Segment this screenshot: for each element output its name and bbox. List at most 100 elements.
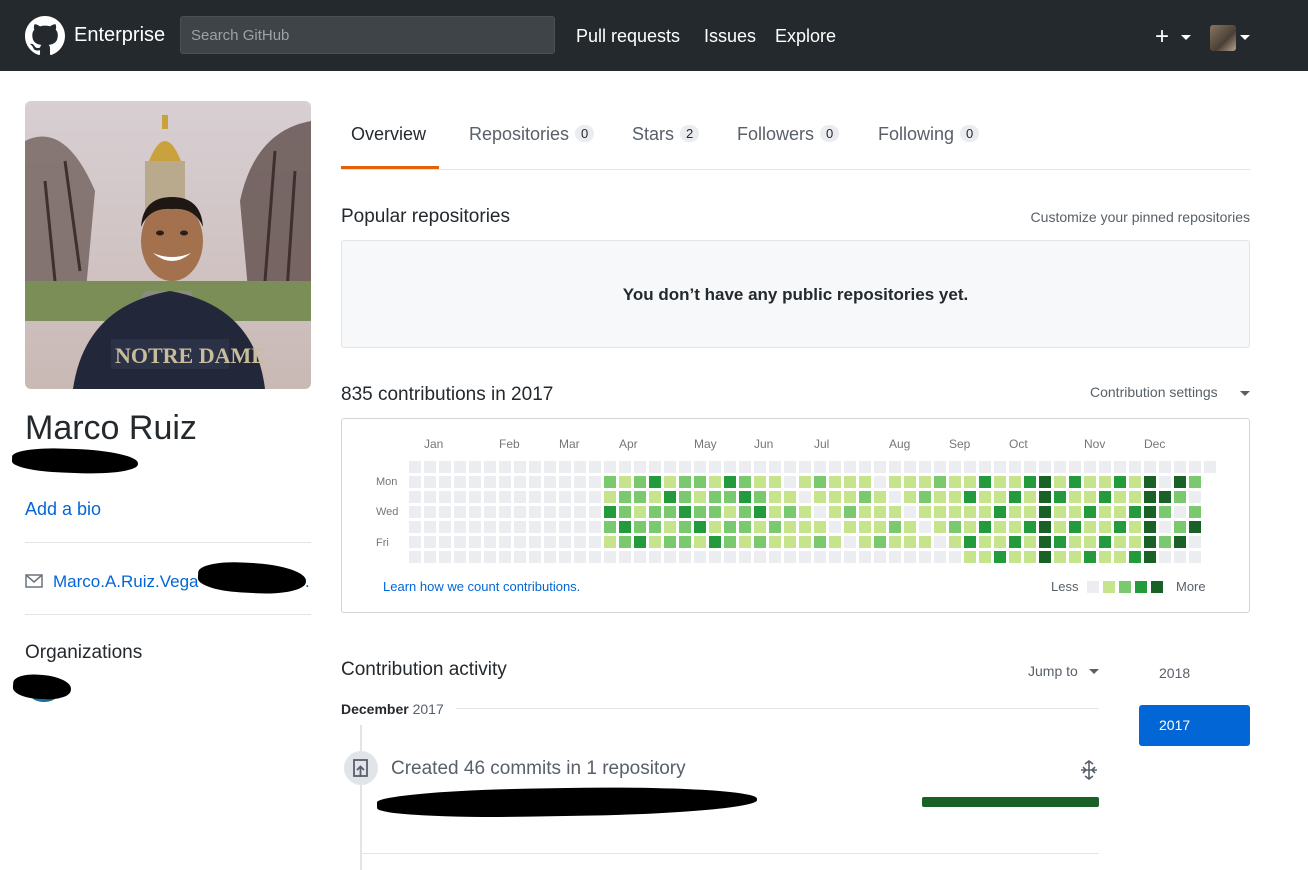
contribution-day-cell[interactable] bbox=[559, 476, 571, 488]
contribution-day-cell[interactable] bbox=[874, 551, 886, 563]
contribution-day-cell[interactable] bbox=[829, 461, 841, 473]
contribution-day-cell[interactable] bbox=[814, 461, 826, 473]
contribution-day-cell[interactable] bbox=[544, 536, 556, 548]
contribution-day-cell[interactable] bbox=[559, 536, 571, 548]
contribution-day-cell[interactable] bbox=[904, 461, 916, 473]
github-octocat-icon[interactable] bbox=[25, 16, 65, 56]
contribution-day-cell[interactable] bbox=[409, 506, 421, 518]
contribution-day-cell[interactable] bbox=[649, 461, 661, 473]
contribution-day-cell[interactable] bbox=[499, 476, 511, 488]
contribution-day-cell[interactable] bbox=[424, 461, 436, 473]
created-commits-summary[interactable]: Created 46 commits in 1 repository bbox=[391, 758, 686, 780]
contribution-day-cell[interactable] bbox=[994, 551, 1006, 563]
contribution-day-cell[interactable] bbox=[409, 491, 421, 503]
contribution-day-cell[interactable] bbox=[1159, 491, 1171, 503]
avatar-icon[interactable] bbox=[1210, 25, 1236, 51]
contribution-day-cell[interactable] bbox=[604, 536, 616, 548]
contribution-day-cell[interactable] bbox=[454, 536, 466, 548]
contribution-day-cell[interactable] bbox=[439, 461, 451, 473]
contribution-day-cell[interactable] bbox=[604, 476, 616, 488]
contribution-day-cell[interactable] bbox=[469, 506, 481, 518]
contribution-day-cell[interactable] bbox=[409, 521, 421, 533]
contribution-day-cell[interactable] bbox=[439, 521, 451, 533]
contribution-day-cell[interactable] bbox=[499, 521, 511, 533]
contribution-day-cell[interactable] bbox=[499, 536, 511, 548]
contribution-day-cell[interactable] bbox=[964, 536, 976, 548]
contribution-day-cell[interactable] bbox=[559, 551, 571, 563]
contribution-day-cell[interactable] bbox=[1129, 491, 1141, 503]
contribution-day-cell[interactable] bbox=[679, 536, 691, 548]
brand-label[interactable]: Enterprise bbox=[74, 24, 165, 47]
contribution-day-cell[interactable] bbox=[1009, 461, 1021, 473]
plus-icon[interactable]: + bbox=[1155, 23, 1169, 51]
contribution-day-cell[interactable] bbox=[1009, 521, 1021, 533]
contribution-day-cell[interactable] bbox=[1069, 491, 1081, 503]
contribution-day-cell[interactable] bbox=[979, 476, 991, 488]
contribution-day-cell[interactable] bbox=[1039, 536, 1051, 548]
contribution-day-cell[interactable] bbox=[454, 476, 466, 488]
contribution-day-cell[interactable] bbox=[964, 461, 976, 473]
contribution-day-cell[interactable] bbox=[814, 476, 826, 488]
contribution-day-cell[interactable] bbox=[1114, 506, 1126, 518]
contribution-day-cell[interactable] bbox=[739, 461, 751, 473]
contribution-day-cell[interactable] bbox=[964, 551, 976, 563]
contribution-day-cell[interactable] bbox=[424, 506, 436, 518]
contribution-day-cell[interactable] bbox=[454, 551, 466, 563]
contribution-day-cell[interactable] bbox=[889, 551, 901, 563]
contribution-day-cell[interactable] bbox=[574, 476, 586, 488]
contribution-day-cell[interactable] bbox=[1159, 536, 1171, 548]
contribution-day-cell[interactable] bbox=[889, 461, 901, 473]
contribution-day-cell[interactable] bbox=[799, 506, 811, 518]
contribution-day-cell[interactable] bbox=[604, 521, 616, 533]
contribution-day-cell[interactable] bbox=[649, 536, 661, 548]
contribution-day-cell[interactable] bbox=[709, 521, 721, 533]
contribution-day-cell[interactable] bbox=[1114, 551, 1126, 563]
contribution-day-cell[interactable] bbox=[709, 461, 721, 473]
contribution-day-cell[interactable] bbox=[544, 551, 556, 563]
contribution-day-cell[interactable] bbox=[454, 506, 466, 518]
contribution-day-cell[interactable] bbox=[1084, 521, 1096, 533]
contribution-day-cell[interactable] bbox=[979, 491, 991, 503]
contribution-day-cell[interactable] bbox=[904, 476, 916, 488]
contribution-day-cell[interactable] bbox=[694, 461, 706, 473]
contribution-day-cell[interactable] bbox=[979, 521, 991, 533]
tab-label[interactable]: Overview bbox=[351, 124, 426, 144]
contribution-day-cell[interactable] bbox=[544, 476, 556, 488]
contribution-day-cell[interactable] bbox=[844, 551, 856, 563]
contribution-day-cell[interactable] bbox=[649, 506, 661, 518]
contribution-day-cell[interactable] bbox=[469, 536, 481, 548]
contribution-day-cell[interactable] bbox=[1174, 521, 1186, 533]
contribution-day-cell[interactable] bbox=[934, 521, 946, 533]
contribution-day-cell[interactable] bbox=[1159, 506, 1171, 518]
contribution-day-cell[interactable] bbox=[469, 476, 481, 488]
contribution-day-cell[interactable] bbox=[529, 461, 541, 473]
contribution-day-cell[interactable] bbox=[1129, 551, 1141, 563]
contribution-settings-dropdown[interactable]: Contribution settings bbox=[1090, 384, 1218, 400]
contribution-day-cell[interactable] bbox=[619, 461, 631, 473]
contribution-day-cell[interactable] bbox=[574, 521, 586, 533]
contribution-day-cell[interactable] bbox=[709, 536, 721, 548]
contribution-day-cell[interactable] bbox=[874, 476, 886, 488]
contribution-day-cell[interactable] bbox=[559, 506, 571, 518]
contribution-day-cell[interactable] bbox=[844, 506, 856, 518]
contribution-day-cell[interactable] bbox=[829, 491, 841, 503]
contribution-day-cell[interactable] bbox=[1189, 461, 1201, 473]
contribution-day-cell[interactable] bbox=[1024, 491, 1036, 503]
contribution-day-cell[interactable] bbox=[874, 521, 886, 533]
contribution-day-cell[interactable] bbox=[544, 491, 556, 503]
contribution-day-cell[interactable] bbox=[559, 491, 571, 503]
year-2017-button[interactable]: 2017 bbox=[1139, 705, 1250, 746]
contribution-day-cell[interactable] bbox=[769, 551, 781, 563]
nav-issues[interactable]: Issues bbox=[704, 26, 756, 47]
contribution-day-cell[interactable] bbox=[664, 551, 676, 563]
contribution-day-cell[interactable] bbox=[514, 461, 526, 473]
contribution-day-cell[interactable] bbox=[739, 521, 751, 533]
tab-label[interactable]: Repositories bbox=[469, 124, 569, 144]
contribution-day-cell[interactable] bbox=[889, 521, 901, 533]
contribution-day-cell[interactable] bbox=[589, 491, 601, 503]
contribution-day-cell[interactable] bbox=[409, 536, 421, 548]
contribution-day-cell[interactable] bbox=[679, 506, 691, 518]
contribution-day-cell[interactable] bbox=[694, 536, 706, 548]
contribution-day-cell[interactable] bbox=[1084, 461, 1096, 473]
contribution-day-cell[interactable] bbox=[409, 551, 421, 563]
